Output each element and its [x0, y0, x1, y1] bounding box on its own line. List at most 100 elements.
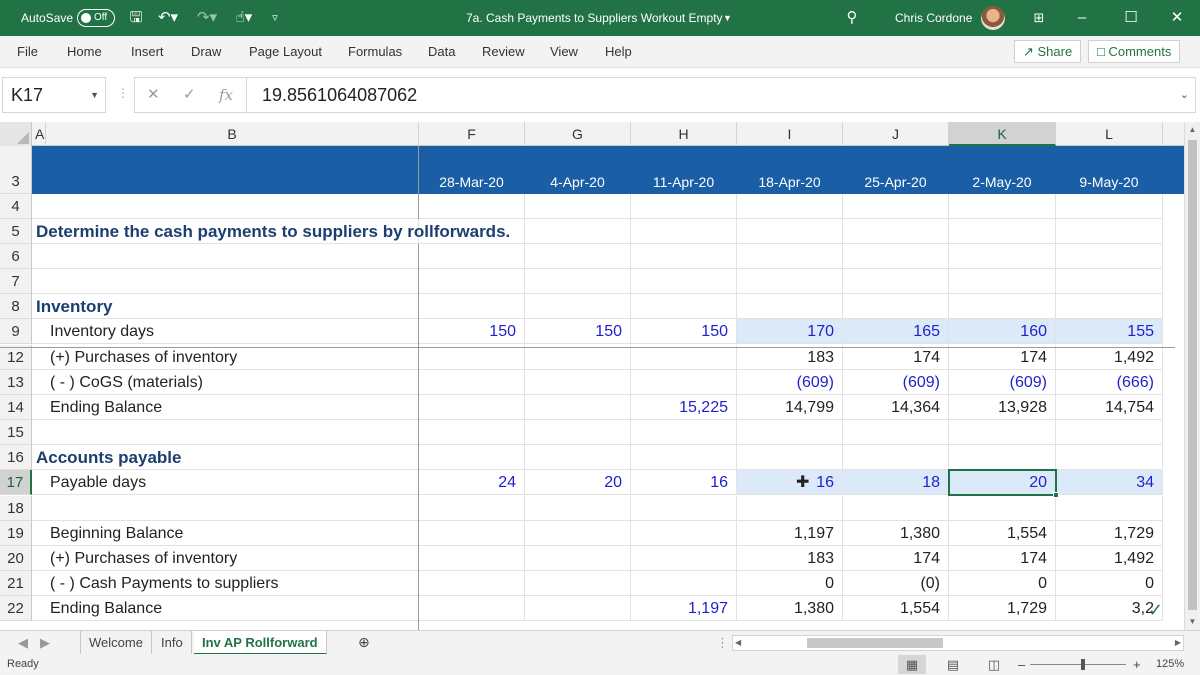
horizontal-scrollbar[interactable]: ◀ ▶ — [732, 635, 1184, 651]
grid-cell[interactable] — [631, 219, 737, 244]
grid-cell[interactable]: 14,754 — [1056, 395, 1163, 420]
grid-cell[interactable]: 18 — [843, 470, 949, 495]
grid-cell[interactable]: (0) — [843, 571, 949, 596]
grid-cell[interactable] — [843, 219, 949, 244]
grid-cell[interactable] — [631, 269, 737, 294]
column-header-j[interactable]: J — [843, 122, 949, 146]
grid-cell[interactable] — [419, 445, 525, 470]
grid-cell[interactable]: 1,554 — [949, 521, 1056, 546]
row-header[interactable]: 21 — [0, 571, 32, 596]
zoom-slider-knob[interactable] — [1081, 659, 1085, 670]
grid-cell[interactable] — [1056, 445, 1163, 470]
grid-cell[interactable]: 165 — [843, 319, 949, 344]
grid-cell[interactable]: (609) — [843, 370, 949, 395]
expand-formula-icon[interactable]: ⌄ — [1180, 78, 1189, 112]
scroll-right-arrow-icon[interactable]: ▶ — [1175, 636, 1181, 650]
grid-cell[interactable] — [737, 294, 843, 319]
grid-cell[interactable] — [631, 420, 737, 445]
grid-cell[interactable] — [419, 244, 525, 269]
grid-cell[interactable]: 150 — [419, 319, 525, 344]
scroll-up-icon[interactable]: ▲ — [1185, 122, 1200, 138]
row-label[interactable] — [32, 194, 419, 219]
section-heading[interactable]: Accounts payable — [32, 445, 419, 470]
grid-cell[interactable]: 0 — [1056, 571, 1163, 596]
undo-icon[interactable]: ↶▾ — [155, 0, 181, 36]
grid-cell[interactable] — [949, 496, 1056, 521]
quick-analysis-check-icon[interactable]: ✓ — [1148, 600, 1163, 621]
grid-cell[interactable] — [1056, 496, 1163, 521]
page-layout-view-icon[interactable]: ▤ — [939, 655, 967, 674]
grid-cell[interactable]: 1,492 — [1056, 546, 1163, 571]
cancel-icon[interactable]: ✕ — [147, 78, 160, 112]
row-label[interactable]: Ending Balance — [32, 596, 419, 621]
vertical-scroll-thumb[interactable] — [1188, 140, 1197, 610]
grid-cell[interactable] — [737, 269, 843, 294]
grid-cell[interactable] — [843, 244, 949, 269]
date-header[interactable]: 25-Apr-20 — [843, 146, 949, 194]
grid-cell[interactable] — [631, 521, 737, 546]
name-box[interactable]: K17 ▼ — [2, 77, 106, 113]
insert-function-icon[interactable]: fx — [219, 78, 233, 112]
zoom-slider[interactable] — [1030, 664, 1126, 665]
grid-cell[interactable]: 1,492 — [1056, 345, 1163, 370]
grid-cell[interactable]: 16 — [737, 470, 843, 495]
autosave-toggle[interactable]: Off — [77, 9, 115, 27]
grid-cell[interactable]: 3,2 — [1056, 596, 1163, 621]
grid-cell[interactable] — [631, 294, 737, 319]
grid-cell[interactable] — [1056, 269, 1163, 294]
row-label[interactable]: ( - ) Cash Payments to suppliers — [32, 571, 419, 596]
column-header-h[interactable]: H — [631, 122, 737, 146]
grid-cell[interactable]: 20 — [949, 470, 1056, 495]
grid-cell[interactable] — [949, 244, 1056, 269]
grid-cell[interactable] — [525, 571, 631, 596]
touch-mode-icon[interactable]: ☝▾ — [228, 0, 260, 36]
formula-input[interactable]: 19.8561064087062 ⌄ — [246, 77, 1196, 113]
document-title[interactable]: 7a. Cash Payments to Suppliers Workout E… — [466, 0, 723, 36]
row-header[interactable]: 14 — [0, 395, 32, 420]
more-dots-icon[interactable]: ⋮ — [117, 76, 129, 110]
section-heading[interactable]: Inventory — [32, 294, 419, 319]
grid-cell[interactable] — [1056, 420, 1163, 445]
scroll-right-icon[interactable]: ▶ — [32, 631, 58, 655]
row-header-3[interactable]: 3 — [0, 146, 32, 194]
cell-b3[interactable] — [32, 146, 419, 194]
search-icon[interactable]: ⚲ — [842, 0, 862, 36]
grid-cell[interactable] — [949, 420, 1056, 445]
row-label[interactable] — [32, 496, 419, 521]
grid-cell[interactable] — [949, 269, 1056, 294]
grid-cell[interactable] — [419, 521, 525, 546]
row-label[interactable]: (+) Purchases of inventory — [32, 546, 419, 571]
grid-cell[interactable] — [525, 345, 631, 370]
minimize-icon[interactable]: – — [1072, 0, 1092, 36]
scroll-down-icon[interactable]: ▼ — [1185, 614, 1200, 630]
grid-cell[interactable] — [949, 219, 1056, 244]
grid-cell[interactable]: 1,554 — [843, 596, 949, 621]
column-header-g[interactable]: G — [525, 122, 631, 146]
date-header[interactable]: 18-Apr-20 — [737, 146, 843, 194]
grid-cell[interactable] — [631, 571, 737, 596]
zoom-level[interactable]: 125% — [1156, 654, 1184, 675]
sheet-tab-info[interactable]: Info — [153, 631, 192, 655]
grid-cell[interactable] — [631, 345, 737, 370]
row-header[interactable]: 7 — [0, 269, 32, 294]
row-header[interactable]: 8 — [0, 294, 32, 319]
add-sheet-button[interactable]: ⊕ — [350, 631, 378, 655]
grid-cell[interactable]: 1,197 — [631, 596, 737, 621]
row-header[interactable]: 16 — [0, 445, 32, 470]
grid-cell[interactable] — [419, 496, 525, 521]
grid-cell[interactable] — [1056, 294, 1163, 319]
grid-cell[interactable] — [525, 496, 631, 521]
grid-cell[interactable] — [525, 596, 631, 621]
grid-cell[interactable] — [525, 546, 631, 571]
grid-cell[interactable] — [419, 294, 525, 319]
row-header[interactable]: 6 — [0, 244, 32, 269]
row-header[interactable]: 9 — [0, 319, 32, 344]
grid-cell[interactable]: 16 — [631, 470, 737, 495]
row-header[interactable]: 13 — [0, 370, 32, 395]
row-header[interactable]: 12 — [0, 345, 32, 370]
grid-cell[interactable]: 1,197 — [737, 521, 843, 546]
share-button[interactable]: ↗ Share — [1014, 40, 1082, 63]
zoom-in-icon[interactable]: + — [1133, 654, 1141, 675]
grid-cell[interactable] — [419, 420, 525, 445]
grid-cell[interactable] — [949, 194, 1056, 219]
